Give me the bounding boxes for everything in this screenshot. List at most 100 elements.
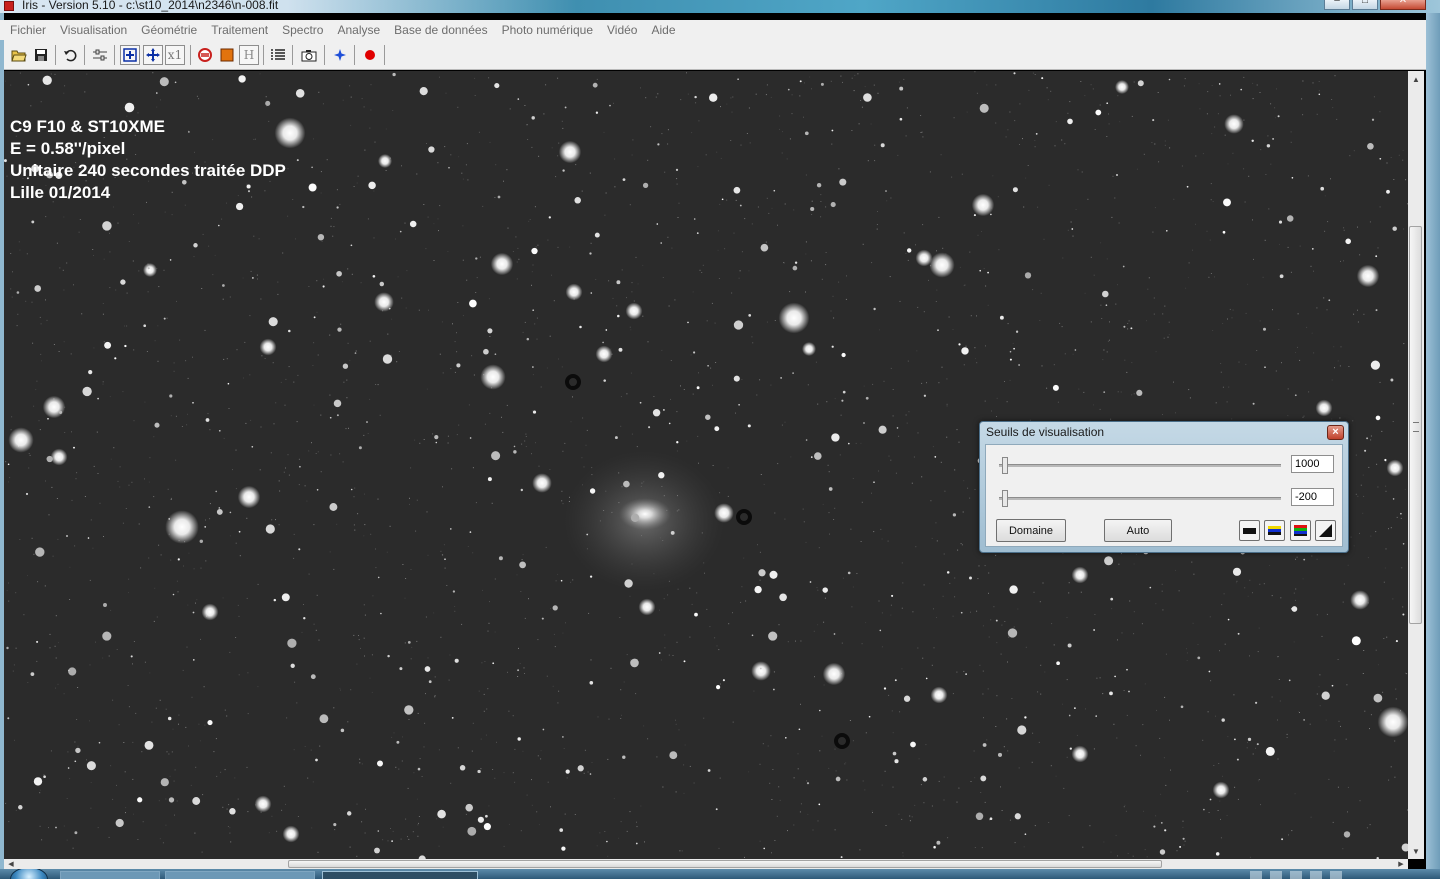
open-button[interactable] <box>9 45 29 65</box>
grayscale-palette-button[interactable] <box>1239 520 1260 541</box>
compass-button[interactable] <box>330 45 350 65</box>
sky-noise <box>920 132 922 133</box>
star <box>639 401 642 404</box>
horizontal-scrollbar[interactable]: ◀ ▶ <box>4 859 1408 869</box>
undo-button[interactable] <box>60 45 80 65</box>
sky-noise <box>1246 747 1248 749</box>
sky-noise <box>946 378 948 380</box>
menu-traitement[interactable]: Traitement <box>204 23 275 37</box>
star <box>656 223 659 225</box>
sky-noise <box>124 325 125 327</box>
menu-spectro[interactable]: Spectro <box>275 23 330 37</box>
sky-noise <box>222 806 224 808</box>
high-threshold-slider[interactable] <box>1002 457 1008 474</box>
adjust-button[interactable] <box>90 45 110 65</box>
sky-noise <box>1316 693 1318 695</box>
maximize-button[interactable]: □ <box>1352 0 1378 10</box>
star <box>517 737 521 741</box>
menu-fichier[interactable]: Fichier <box>0 23 53 37</box>
close-button[interactable]: ✕ <box>1380 0 1426 10</box>
sky-noise <box>995 84 997 86</box>
star <box>296 159 299 162</box>
dialog-close-button[interactable]: × <box>1327 425 1344 440</box>
menu-base-de-donnees[interactable]: Base de données <box>387 23 494 37</box>
rainbow-palette-button[interactable] <box>1290 520 1311 541</box>
domain-button[interactable]: Domaine <box>996 519 1066 542</box>
star <box>143 324 147 328</box>
sky-noise <box>717 249 719 251</box>
sky-noise <box>1402 606 1404 608</box>
low-threshold-input[interactable] <box>1291 488 1334 506</box>
sky-noise <box>386 551 388 553</box>
vertical-scrollbar[interactable]: ▲ ▼ <box>1408 71 1424 859</box>
horizontal-scroll-thumb[interactable] <box>288 860 1162 868</box>
star <box>1122 265 1125 268</box>
save-button[interactable] <box>31 45 51 65</box>
scroll-right-icon[interactable]: ▶ <box>1394 859 1408 869</box>
taskbar-item-active[interactable] <box>322 871 478 879</box>
histogram-button[interactable]: H <box>239 45 259 65</box>
star <box>589 575 593 578</box>
star <box>1166 230 1168 232</box>
sky-noise <box>214 254 216 256</box>
sky-noise <box>375 384 377 385</box>
sky-noise <box>922 224 924 226</box>
high-threshold-input[interactable] <box>1291 455 1334 473</box>
menu-visualisation[interactable]: Visualisation <box>53 23 134 37</box>
menu-photo-numerique[interactable]: Photo numérique <box>495 23 600 37</box>
sky-noise <box>712 465 714 466</box>
menu-video[interactable]: Vidéo <box>600 23 644 37</box>
taskbar-quick-launch[interactable] <box>60 871 160 879</box>
zoom-in-button[interactable] <box>120 45 140 65</box>
zoom-x1-button[interactable]: x1 <box>165 45 185 65</box>
sky-noise <box>1343 227 1345 229</box>
star <box>290 663 295 668</box>
taskbar-item[interactable] <box>165 871 315 879</box>
move-button[interactable] <box>143 45 163 65</box>
sky-noise <box>128 706 130 708</box>
star <box>102 221 112 231</box>
color-tool-button[interactable] <box>217 45 237 65</box>
sky-noise <box>1087 198 1089 200</box>
sky-noise <box>932 446 934 448</box>
auto-button[interactable]: Auto <box>1104 519 1172 542</box>
sky-noise <box>1343 583 1345 585</box>
sky-noise <box>717 230 719 232</box>
sky-noise <box>852 586 854 588</box>
star <box>559 828 564 832</box>
sky-noise <box>1347 811 1348 813</box>
yellow-blue-palette-button[interactable] <box>1264 520 1285 541</box>
menu-geometrie[interactable]: Géométrie <box>134 23 204 37</box>
menu-analyse[interactable]: Analyse <box>330 23 387 37</box>
sky-noise <box>832 295 834 297</box>
low-threshold-slider[interactable] <box>1002 490 1008 507</box>
sky-noise <box>17 313 19 315</box>
bright-star <box>50 448 68 466</box>
gradient-palette-button[interactable] <box>1315 520 1336 541</box>
scroll-up-icon[interactable]: ▲ <box>1408 71 1424 87</box>
start-button[interactable] <box>10 869 48 879</box>
sky-noise <box>374 141 376 143</box>
sky-noise <box>43 774 45 776</box>
scroll-left-icon[interactable]: ◀ <box>4 859 18 869</box>
minimize-button[interactable]: – <box>1324 0 1350 10</box>
list-button[interactable] <box>268 45 288 65</box>
sky-noise <box>1299 245 1301 247</box>
sky-noise <box>1307 175 1309 177</box>
scroll-down-icon[interactable]: ▼ <box>1408 843 1424 859</box>
star <box>714 426 720 432</box>
sky-noise <box>525 446 527 447</box>
vertical-scroll-thumb[interactable] <box>1409 226 1422 624</box>
sky-noise <box>1117 284 1118 286</box>
sky-noise <box>1302 80 1304 82</box>
convert-button[interactable] <box>195 45 215 65</box>
menu-aide[interactable]: Aide <box>644 23 682 37</box>
sky-noise <box>1343 260 1344 262</box>
sky-noise <box>437 162 439 164</box>
sky-noise <box>1000 653 1002 655</box>
record-button[interactable] <box>360 45 380 65</box>
sky-noise <box>620 821 622 823</box>
sky-noise <box>931 664 933 666</box>
camera-button[interactable] <box>299 45 319 65</box>
sky-noise <box>212 274 214 276</box>
